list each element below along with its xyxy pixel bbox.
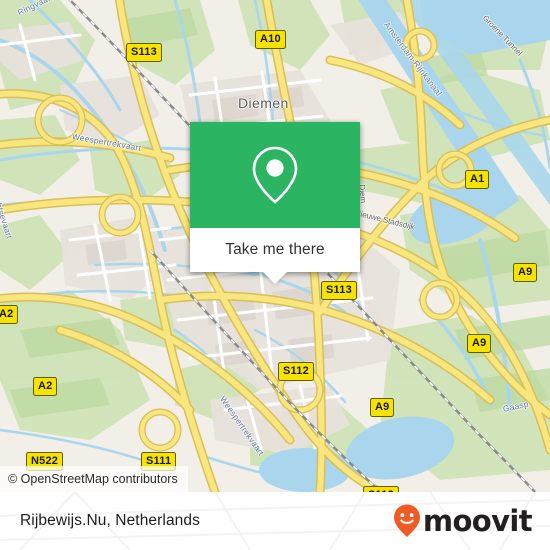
footer-bar: Rijbewijs.Nu, Netherlands moovit <box>0 492 550 550</box>
map-attribution[interactable]: © OpenStreetMap contributors <box>0 466 188 492</box>
take-me-there-label: Take me there <box>225 241 325 258</box>
screenshot-root: Diemen Ringvaart Weespertrekvaart Utrech… <box>0 0 550 550</box>
attribution-text: © OpenStreetMap contributors <box>8 472 178 486</box>
map-pin-icon <box>252 146 298 204</box>
map-canvas[interactable]: Diemen Ringvaart Weespertrekvaart Utrech… <box>0 0 550 492</box>
moovit-smiley-pin-icon <box>393 504 420 537</box>
moovit-logo[interactable]: moovit <box>392 503 533 539</box>
moovit-wordmark: moovit <box>422 503 533 538</box>
popup-pointer-tail <box>263 272 287 284</box>
popup-action-bar[interactable]: Take me there <box>190 228 360 284</box>
popup-icon-panel <box>190 122 360 228</box>
place-title: Rijbewijs.Nu, Netherlands <box>20 512 200 529</box>
location-popup[interactable]: Take me there <box>190 122 360 284</box>
